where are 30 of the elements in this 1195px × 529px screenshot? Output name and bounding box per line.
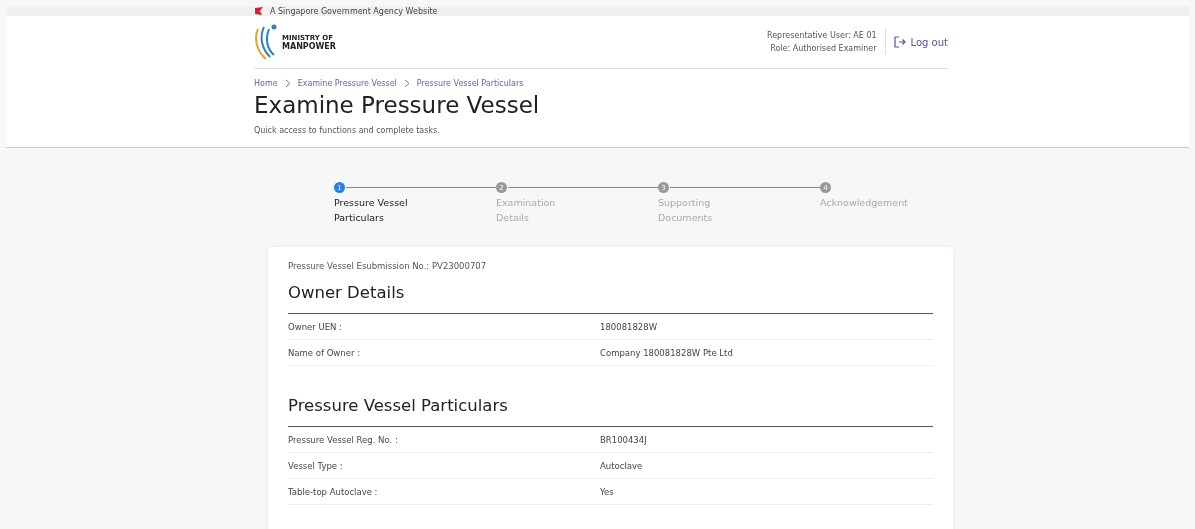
field-value: Yes bbox=[600, 486, 615, 497]
breadcrumb-link[interactable]: Examine Pressure Vessel bbox=[297, 79, 397, 88]
role-text: Role: Authorised Examiner bbox=[770, 43, 877, 55]
logout-button[interactable]: Log out bbox=[893, 36, 948, 48]
logout-icon bbox=[893, 36, 906, 48]
step-label: Pressure Vessel Particulars bbox=[334, 196, 409, 225]
page-title: Examine Pressure Vessel bbox=[254, 92, 541, 118]
step-label: Examination Details bbox=[496, 196, 557, 225]
step-label: Acknowledgement bbox=[820, 196, 909, 210]
field-label: Name of Owner : bbox=[288, 347, 361, 358]
field-label: Vessel Type : bbox=[288, 460, 344, 471]
section-title: Pressure Vessel Particulars bbox=[288, 396, 933, 427]
chevron-right-icon bbox=[284, 79, 291, 88]
masthead-text: A Singapore Government Agency Website bbox=[270, 6, 438, 16]
breadcrumb-link[interactable]: Pressure Vessel Particulars bbox=[416, 79, 524, 88]
field-label: Owner UEN : bbox=[288, 321, 343, 332]
field-label: Table-top Autoclave : bbox=[288, 486, 379, 497]
step-label: Supporting Documents bbox=[658, 196, 714, 225]
chevron-right-icon bbox=[403, 79, 410, 88]
logo-text: MANPOWER bbox=[282, 41, 336, 51]
field-value: Autoclave bbox=[600, 460, 644, 471]
submission-number: Pressure Vessel Esubmission No.: PV23000707 bbox=[288, 261, 488, 271]
section-title: Owner Details bbox=[288, 283, 933, 314]
field-label: Pressure Vessel Reg. No. : bbox=[288, 434, 399, 445]
breadcrumb-link[interactable]: Home bbox=[254, 79, 278, 88]
field-value: BR100434J bbox=[600, 434, 648, 445]
field-value: 180081828W bbox=[600, 321, 659, 332]
page-subtitle: Quick access to functions and complete tasks. bbox=[254, 126, 441, 135]
user-text: Representative User: AE 01 bbox=[767, 30, 877, 42]
field-value: Company 180081828W Pte Ltd bbox=[600, 347, 734, 358]
